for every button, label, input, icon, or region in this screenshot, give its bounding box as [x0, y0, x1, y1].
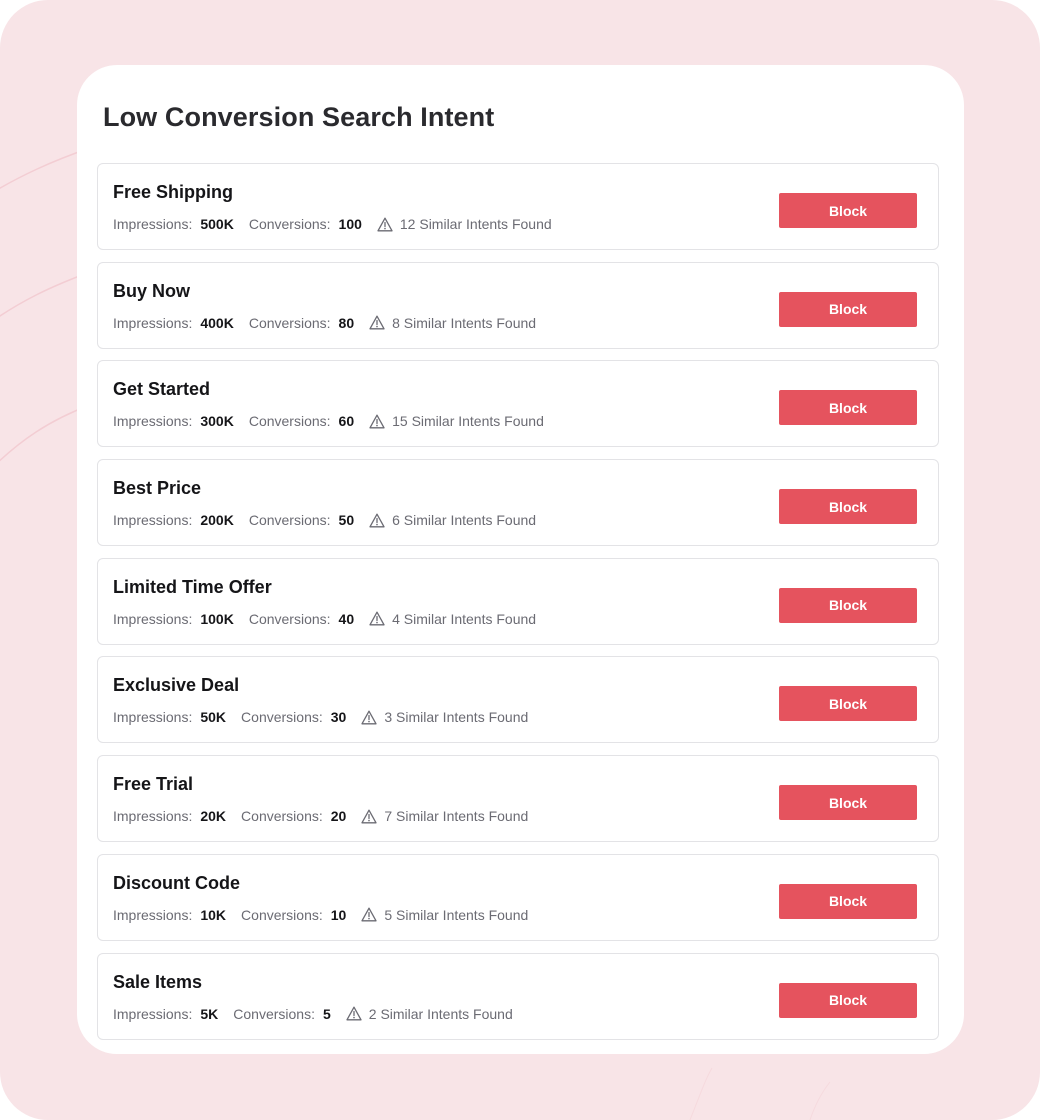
block-button[interactable]: Block [779, 291, 917, 327]
conversions-label: Conversions: [248, 610, 331, 627]
conversions-label: Conversions: [248, 216, 331, 232]
intent-name: Free Shipping [113, 182, 234, 202]
conversions-value: 50 [338, 512, 355, 529]
intent-name: Limited Time Offer [113, 576, 272, 597]
impressions-label: Impressions: [113, 709, 193, 726]
panel-title: Low Conversion Search Intent [103, 102, 495, 132]
page-background: Low Conversion Search Intent Free Shippi… [0, 0, 1040, 1120]
intent-card: Sale Items Impressions: 5K Conversions: … [97, 952, 939, 1040]
impressions-label: Impressions: [113, 808, 193, 825]
block-button[interactable]: Block [779, 785, 917, 821]
intent-stats: Impressions: 500K Conversions: 100 12 Si… [113, 216, 552, 232]
impressions-label: Impressions: [113, 512, 193, 529]
impressions-value: 50K [200, 709, 227, 726]
intent-card: Discount Code Impressions: 10K Conversio… [97, 853, 939, 941]
block-button[interactable]: Block [779, 883, 917, 919]
intent-card: Get Started Impressions: 300K Conversion… [97, 360, 939, 448]
impressions-label: Impressions: [113, 906, 193, 923]
similar-intents-text[interactable]: 4 Similar Intents Found [392, 611, 536, 627]
conversions-value: 30 [330, 709, 347, 726]
conversions-value: 20 [330, 808, 347, 825]
conversions-value: 60 [338, 413, 355, 430]
conversions-value: 40 [338, 610, 355, 627]
intent-name: Sale Items [113, 971, 203, 992]
conversions-label: Conversions: [248, 512, 331, 529]
impressions-value: 100K [200, 610, 234, 627]
similar-intents-text[interactable]: 12 Similar Intents Found [400, 216, 552, 232]
warning-triangle-icon [369, 513, 385, 528]
intent-card: Free Shipping Impressions: 500K Conversi… [97, 163, 939, 250]
intent-card: Exclusive Deal Impressions: 50K Conversi… [97, 656, 939, 744]
block-button[interactable]: Block [779, 193, 917, 228]
warning-triangle-icon [361, 710, 377, 725]
similar-intents-text[interactable]: 3 Similar Intents Found [384, 709, 528, 725]
impressions-label: Impressions: [113, 216, 193, 232]
impressions-value: 400K [200, 314, 234, 331]
similar-intents-text[interactable]: 2 Similar Intents Found [369, 1006, 513, 1022]
intent-stats: Impressions: 10K Conversions: 10 5 Simil… [113, 907, 528, 923]
block-button[interactable]: Block [779, 587, 917, 623]
conversions-value: 80 [338, 314, 355, 331]
impressions-label: Impressions: [113, 314, 193, 331]
impressions-label: Impressions: [113, 1005, 193, 1022]
similar-intents-text[interactable]: 8 Similar Intents Found [392, 315, 536, 331]
intent-stats: Impressions: 100K Conversions: 40 4 Simi… [113, 611, 536, 627]
impressions-label: Impressions: [113, 610, 193, 627]
impressions-value: 20K [200, 808, 227, 825]
intent-name: Discount Code [113, 872, 241, 893]
block-button[interactable]: Block [779, 489, 917, 525]
warning-triangle-icon [346, 1006, 362, 1021]
intent-stats: Impressions: 200K Conversions: 50 6 Simi… [113, 512, 536, 528]
intent-name: Buy Now [113, 280, 191, 301]
impressions-value: 500K [200, 216, 234, 232]
impressions-value: 200K [200, 512, 234, 529]
similar-intents-text[interactable]: 6 Similar Intents Found [392, 512, 536, 528]
warning-triangle-icon [369, 611, 385, 626]
intent-card: Buy Now Impressions: 400K Conversions: 8… [97, 261, 939, 349]
conversions-label: Conversions: [241, 709, 323, 726]
conversions-label: Conversions: [248, 314, 331, 331]
intent-stats: Impressions: 20K Conversions: 20 7 Simil… [113, 808, 528, 824]
intent-card: Free Trial Impressions: 20K Conversions:… [97, 755, 939, 843]
intent-stats: Impressions: 50K Conversions: 30 3 Simil… [113, 709, 528, 725]
intent-name: Free Trial [113, 774, 194, 795]
similar-intents-text[interactable]: 7 Similar Intents Found [384, 808, 528, 824]
intent-panel: Low Conversion Search Intent Free Shippi… [77, 65, 964, 1054]
block-button[interactable]: Block [779, 982, 917, 1018]
conversions-value: 10 [330, 906, 347, 923]
impressions-label: Impressions: [113, 413, 193, 430]
similar-intents-text[interactable]: 5 Similar Intents Found [384, 907, 528, 923]
conversions-label: Conversions: [248, 413, 331, 430]
impressions-value: 300K [200, 413, 234, 430]
warning-triangle-icon [369, 414, 385, 429]
intent-stats: Impressions: 5K Conversions: 5 2 Similar… [113, 1006, 513, 1022]
warning-triangle-icon [361, 907, 377, 922]
conversions-value: 5 [322, 1005, 331, 1022]
intent-card: Best Price Impressions: 200K Conversions… [97, 459, 939, 547]
intent-name: Best Price [113, 478, 202, 499]
conversions-label: Conversions: [241, 808, 323, 825]
intent-card: Limited Time Offer Impressions: 100K Con… [97, 557, 939, 645]
impressions-value: 10K [200, 906, 227, 923]
intent-stats: Impressions: 400K Conversions: 80 8 Simi… [113, 315, 536, 331]
impressions-value: 5K [200, 1005, 219, 1022]
intent-list: Free Shipping Impressions: 500K Conversi… [97, 163, 939, 1051]
block-button[interactable]: Block [779, 390, 917, 426]
conversions-label: Conversions: [233, 1005, 315, 1022]
conversions-value: 100 [338, 216, 362, 232]
block-button[interactable]: Block [779, 686, 917, 722]
intent-name: Exclusive Deal [113, 675, 240, 696]
conversions-label: Conversions: [241, 906, 323, 923]
warning-triangle-icon [377, 217, 393, 231]
similar-intents-text[interactable]: 15 Similar Intents Found [392, 413, 544, 429]
intent-name: Get Started [113, 379, 211, 400]
warning-triangle-icon [361, 809, 377, 824]
warning-triangle-icon [369, 315, 385, 330]
intent-stats: Impressions: 300K Conversions: 60 15 Sim… [113, 413, 544, 429]
